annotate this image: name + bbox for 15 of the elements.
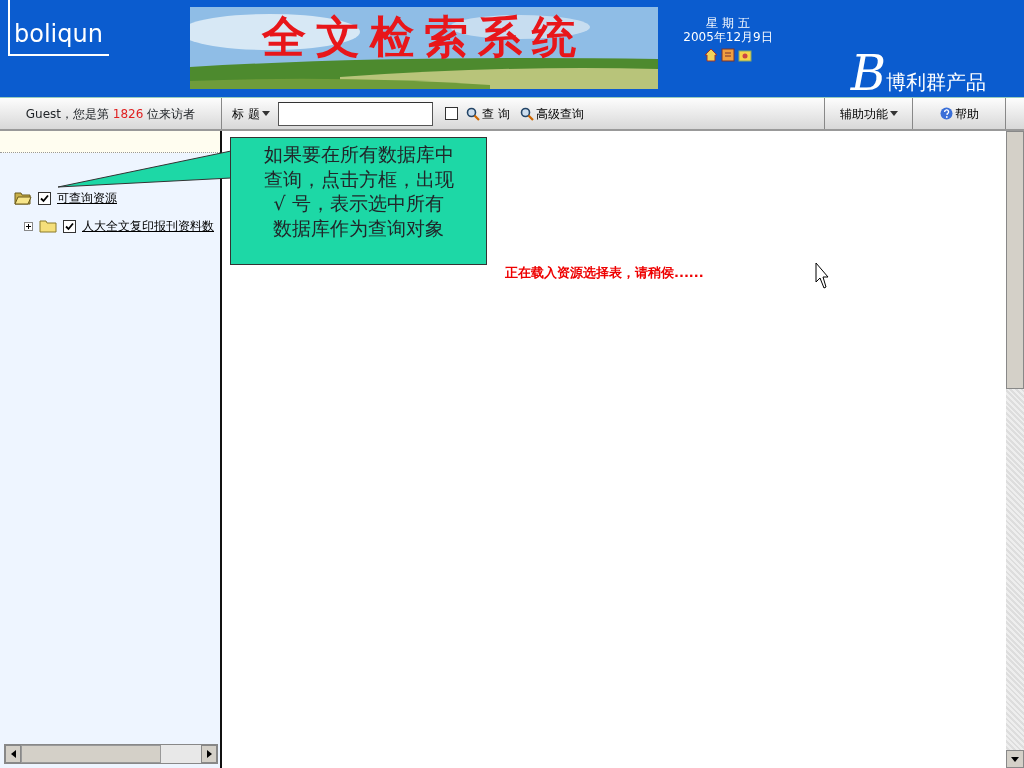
visitor-text: Guest，您是第 1826 位来访者 bbox=[25, 105, 196, 123]
callout: 如果要在所有数据库中 查询，点击方框，出现 √ 号，表示选中所有 数据库作为查询对象 bbox=[230, 137, 487, 265]
help-button[interactable]: 帮助 bbox=[937, 104, 981, 123]
brand-logo: B博利群产品 bbox=[850, 44, 986, 97]
search-button[interactable]: 查 询 bbox=[463, 104, 512, 123]
tree-link[interactable]: 人大全文复印报刊资料数 bbox=[82, 217, 214, 235]
weekday: 星 期 五 bbox=[705, 16, 751, 31]
advanced-search-button[interactable]: 高级查询 bbox=[517, 104, 586, 123]
tools-dropdown[interactable]: 辅助功能 bbox=[837, 104, 900, 123]
date: 2005年12月9日 bbox=[682, 30, 774, 45]
logo: boliqun bbox=[8, 0, 109, 56]
banner-title: 全文检索系统 bbox=[262, 10, 586, 59]
field-dropdown[interactable]: 标 题 bbox=[230, 104, 272, 123]
loading-message: 正在载入资源选择表，请稍侯...... bbox=[505, 264, 704, 282]
tree-link[interactable]: 可查询资源 bbox=[57, 189, 117, 207]
